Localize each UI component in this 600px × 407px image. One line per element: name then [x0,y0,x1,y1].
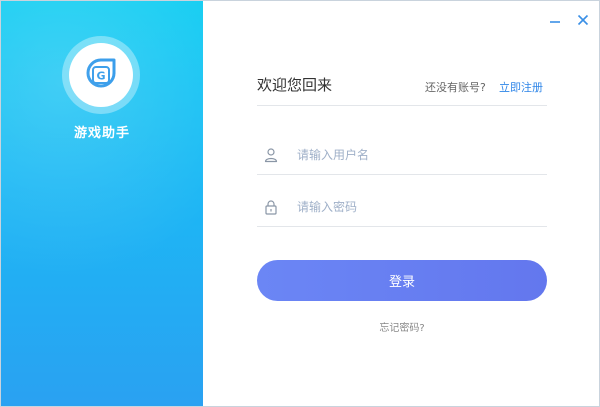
logo-circle: G [69,43,133,107]
user-icon [264,148,278,163]
password-input[interactable] [297,193,537,221]
welcome-heading: 欢迎您回来 [257,76,333,94]
game-logo-icon: G [86,58,116,88]
close-button[interactable] [575,12,591,28]
username-input[interactable] [297,141,537,169]
close-icon [577,14,589,26]
login-window: G 游戏助手 欢迎您回来 还没有账号? 立即注册 登 [0,0,600,407]
brand-banner: G 游戏助手 [1,1,203,406]
register-link[interactable]: 立即注册 [499,79,543,95]
password-field [257,187,547,227]
app-logo: G [62,36,140,114]
header-divider [257,105,547,106]
lock-icon [265,200,277,215]
username-field [257,135,547,175]
app-name: 游戏助手 [73,126,130,141]
register-hint: 还没有账号? [425,81,486,94]
minimize-icon [550,21,560,23]
forgot-password-link[interactable]: 忘记密码? [257,319,547,334]
minimize-button[interactable] [547,12,563,28]
login-button[interactable]: 登录 [257,260,547,301]
logo-letter: G [96,70,105,83]
